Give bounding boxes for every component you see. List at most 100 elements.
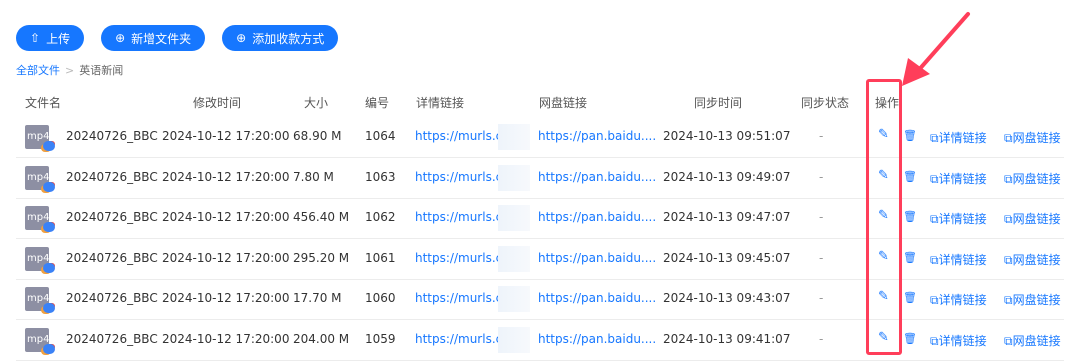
breadcrumb-current: 英语新闻 xyxy=(79,64,124,77)
copy-icon: ⧉ xyxy=(1004,131,1013,145)
modified-time: 2024-10-12 17:20:00 xyxy=(162,331,290,346)
cloud-sync-icon xyxy=(43,181,55,192)
file-type-label: mp4 xyxy=(27,171,50,183)
upload-button[interactable]: ⇧ 上传 xyxy=(16,25,85,51)
file-size: 295.20 M xyxy=(293,250,350,265)
copy-detail-link-button[interactable]: ⧉详情链接 xyxy=(930,251,987,268)
table-row[interactable]: mp4 20240726_BBC 2024-10-12 17:20:00 456.40… xyxy=(16,198,1064,239)
modified-time: 2024-10-12 17:20:00 xyxy=(162,250,290,265)
copy-detail-label: 详情链接 xyxy=(938,252,987,267)
sync-time: 2024-10-13 09:43:07 xyxy=(663,291,791,305)
file-name[interactable]: 20240726_BBC xyxy=(66,170,158,184)
file-name[interactable]: 20240726_BBC xyxy=(66,332,158,346)
copy-icon: ⧉ xyxy=(930,131,939,145)
copy-detail-link-button[interactable]: ⧉详情链接 xyxy=(930,170,987,187)
column-header-name: 文件名 xyxy=(25,96,62,110)
copy-pan-label: 网盘链接 xyxy=(1012,293,1061,307)
breadcrumb-separator: > xyxy=(65,64,75,77)
table-row[interactable]: mp4 20240726_BBC 2024-10-12 17:20:00 68.90 … xyxy=(16,117,1064,158)
pan-link[interactable]: https://pan.baidu.... xyxy=(538,332,656,346)
sync-time: 2024-10-13 09:45:07 xyxy=(663,250,791,265)
upload-label: 上传 xyxy=(46,31,71,46)
file-name[interactable]: 20240726_BBC xyxy=(66,129,158,143)
pan-link[interactable]: https://pan.baidu.... xyxy=(538,170,656,184)
file-size: 456.40 M xyxy=(293,210,350,224)
file-mp4-icon: mp4 xyxy=(25,125,55,151)
delete-icon[interactable]: 🗑 xyxy=(903,210,917,223)
redacted-region xyxy=(498,286,530,312)
table-row[interactable]: mp4 20240726_BBC 2024-10-12 17:20:00 204.00… xyxy=(16,320,1064,361)
modified-time: 2024-10-12 17:20:00 xyxy=(162,291,290,305)
pan-link[interactable]: https://pan.baidu.... xyxy=(538,251,656,265)
table-row[interactable]: mp4 20240726_BBC 2024-10-12 17:20:00 295.20… xyxy=(16,239,1064,280)
copy-icon: ⧉ xyxy=(1004,171,1013,186)
file-number: 1060 xyxy=(365,291,396,305)
plus-circle-icon: ⊕ xyxy=(115,31,126,45)
cloud-sync-icon xyxy=(43,303,55,313)
copy-icon: ⧉ xyxy=(930,293,939,307)
sync-status: - xyxy=(819,291,824,305)
new-folder-button[interactable]: ⊕ 新增文件夹 xyxy=(101,25,206,51)
copy-icon: ⧉ xyxy=(930,333,939,348)
delete-icon[interactable]: 🗑 xyxy=(903,129,917,142)
pan-link[interactable]: https://pan.baidu.... xyxy=(538,210,656,224)
copy-pan-link-button[interactable]: ⧉网盘链接 xyxy=(1004,129,1061,146)
copy-detail-label: 详情链接 xyxy=(938,333,987,348)
breadcrumb-root[interactable]: 全部文件 xyxy=(16,64,60,77)
actions-column-highlight xyxy=(866,79,902,355)
copy-pan-link-button[interactable]: ⧉网盘链接 xyxy=(1004,170,1061,187)
redacted-region xyxy=(498,245,530,272)
copy-pan-label: 网盘链接 xyxy=(1012,333,1061,348)
new-folder-label: 新增文件夹 xyxy=(131,31,192,46)
copy-icon: ⧉ xyxy=(930,252,939,267)
sync-status: - xyxy=(819,250,824,265)
file-size: 68.90 M xyxy=(293,129,342,143)
copy-detail-link-button[interactable]: ⧉详情链接 xyxy=(930,129,987,146)
add-payment-button[interactable]: ⊕ 添加收款方式 xyxy=(222,25,339,51)
file-name[interactable]: 20240726_BBC xyxy=(66,291,158,305)
column-header-number: 编号 xyxy=(365,96,390,110)
sync-time: 2024-10-13 09:49:07 xyxy=(663,169,791,184)
sync-time: 2024-10-13 09:47:07 xyxy=(663,210,791,224)
file-number: 1062 xyxy=(365,210,396,224)
copy-icon: ⧉ xyxy=(930,212,939,226)
copy-icon: ⧉ xyxy=(1004,333,1013,348)
file-type-label: mp4 xyxy=(27,252,50,264)
delete-icon[interactable]: 🗑 xyxy=(903,332,917,345)
column-header-pan-link: 网盘链接 xyxy=(539,96,588,110)
column-header-sync-status: 同步状态 xyxy=(801,96,850,110)
table-row[interactable]: mp4 20240726_BBC 2024-10-12 17:20:00 17.70 … xyxy=(16,279,1064,320)
copy-pan-label: 网盘链接 xyxy=(1012,212,1061,226)
delete-icon[interactable]: 🗑 xyxy=(903,251,917,264)
pan-link[interactable]: https://pan.baidu.... xyxy=(538,291,656,305)
copy-icon: ⧉ xyxy=(1004,293,1013,307)
copy-detail-link-button[interactable]: ⧉详情链接 xyxy=(930,332,987,349)
redacted-region xyxy=(498,326,530,353)
sync-time: 2024-10-13 09:41:07 xyxy=(663,331,791,346)
pan-link[interactable]: https://pan.baidu.... xyxy=(538,129,656,143)
copy-detail-link-button[interactable]: ⧉详情链接 xyxy=(930,210,987,227)
delete-icon[interactable]: 🗑 xyxy=(903,170,917,183)
copy-pan-link-button[interactable]: ⧉网盘链接 xyxy=(1004,210,1061,227)
copy-pan-link-button[interactable]: ⧉网盘链接 xyxy=(1004,251,1061,268)
file-name[interactable]: 20240726_BBC xyxy=(66,210,158,224)
file-mp4-icon: mp4 xyxy=(25,327,55,354)
table-row[interactable]: mp4 20240726_BBC 2024-10-12 17:20:00 7.80 M… xyxy=(16,158,1064,199)
modified-time: 2024-10-12 17:20:00 xyxy=(162,210,290,224)
file-size: 204.00 M xyxy=(293,331,350,346)
copy-pan-link-button[interactable]: ⧉网盘链接 xyxy=(1004,291,1061,308)
copy-icon: ⧉ xyxy=(1004,212,1013,226)
table-header: 文件名 修改时间 大小 编号 详情链接 网盘链接 同步时间 同步状态 操作 xyxy=(0,88,1080,114)
toolbar: ⇧ 上传 ⊕ 新增文件夹 ⊕ 添加收款方式 xyxy=(16,25,339,51)
modified-time: 2024-10-12 17:20:00 xyxy=(162,169,290,184)
file-name[interactable]: 20240726_BBC xyxy=(66,251,158,265)
copy-pan-label: 网盘链接 xyxy=(1012,171,1061,186)
column-header-size: 大小 xyxy=(304,96,329,110)
cloud-sync-icon xyxy=(43,262,55,273)
sync-time: 2024-10-13 09:51:07 xyxy=(663,129,791,143)
copy-pan-link-button[interactable]: ⧉网盘链接 xyxy=(1004,332,1061,349)
copy-detail-link-button[interactable]: ⧉详情链接 xyxy=(930,291,987,308)
delete-icon[interactable]: 🗑 xyxy=(903,291,917,304)
add-payment-label: 添加收款方式 xyxy=(252,31,325,46)
copy-detail-label: 详情链接 xyxy=(938,212,987,226)
